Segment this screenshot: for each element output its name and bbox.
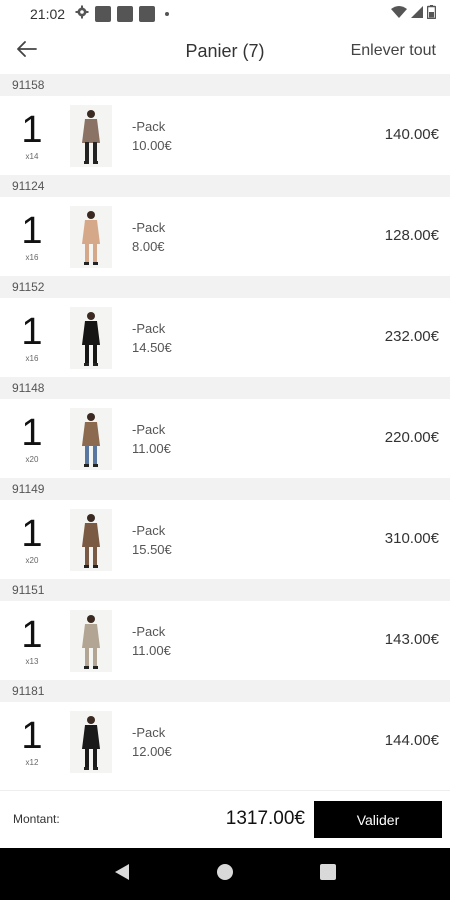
item-total-price: 140.00€ xyxy=(384,126,439,143)
pack-size: x20 xyxy=(25,455,39,464)
quantity-value: 1 xyxy=(21,311,43,353)
product-image[interactable] xyxy=(70,407,112,470)
quantity-value: 1 xyxy=(21,210,43,252)
item-info: -Pack 14.50€ xyxy=(132,319,172,357)
item-info: -Pack 15.50€ xyxy=(132,521,172,559)
quantity-box[interactable]: 1 x14 xyxy=(0,110,64,161)
checkout-footer: Montant: 1317.00€ Valider xyxy=(0,790,450,848)
quantity-box[interactable]: 1 x20 xyxy=(0,514,64,565)
status-bar: 21:02 xyxy=(0,0,450,28)
cart-list[interactable]: 91158 1 x14 -Pack 10.00€ 140.00€ 91124 1 x16 -Pac… xyxy=(0,74,450,790)
item-total-price: 220.00€ xyxy=(384,429,439,446)
triangle-back-icon xyxy=(114,863,130,886)
status-time: 21:02 xyxy=(30,6,66,22)
notification-icon xyxy=(117,6,134,22)
item-total-price: 310.00€ xyxy=(384,530,439,547)
item-info: -Pack 10.00€ xyxy=(132,117,172,155)
quantity-value: 1 xyxy=(21,109,43,151)
app-bar: Panier (7) Enlever tout xyxy=(0,28,450,74)
group-header: 91149 xyxy=(0,478,450,500)
quantity-box[interactable]: 1 x13 xyxy=(0,615,64,666)
item-info: -Pack 11.00€ xyxy=(132,622,171,660)
product-image[interactable] xyxy=(70,104,112,167)
pack-size: x12 xyxy=(25,758,39,767)
item-label: -Pack xyxy=(132,421,166,437)
notification-icon xyxy=(139,6,156,22)
nav-recents-button[interactable] xyxy=(315,861,341,887)
quantity-value: 1 xyxy=(21,614,43,656)
quantity-box[interactable]: 1 x20 xyxy=(0,413,64,464)
pack-size: x13 xyxy=(25,657,39,666)
clear-all-button[interactable]: Enlever tout xyxy=(351,42,436,60)
cart-item-row[interactable]: 1 x16 -Pack 8.00€ 128.00€ xyxy=(0,197,450,276)
group-header: 91151 xyxy=(0,579,450,601)
pack-size: x16 xyxy=(25,253,39,262)
circle-home-icon xyxy=(216,863,234,886)
cart-item-row[interactable]: 1 x13 -Pack 11.00€ 143.00€ xyxy=(0,601,450,680)
item-unit-price: 11.00€ xyxy=(132,440,171,456)
nav-home-button[interactable] xyxy=(212,861,238,887)
group-header: 91148 xyxy=(0,377,450,399)
notification-icon xyxy=(95,6,112,22)
item-unit-price: 15.50€ xyxy=(132,541,172,557)
group-header: 91124 xyxy=(0,175,450,197)
group-header: 91158 xyxy=(0,74,450,96)
cart-item-row[interactable]: 1 x12 -Pack 12.00€ 144.00€ xyxy=(0,702,450,781)
amount-value: 1317.00€ xyxy=(225,808,305,829)
item-unit-price: 14.50€ xyxy=(132,339,172,355)
cart-item-row[interactable]: 1 x20 -Pack 15.50€ 310.00€ xyxy=(0,500,450,579)
product-image[interactable] xyxy=(70,508,112,571)
product-image[interactable] xyxy=(70,710,112,773)
product-image[interactable] xyxy=(70,609,112,672)
pack-size: x20 xyxy=(25,556,39,565)
pack-size: x14 xyxy=(25,152,39,161)
system-navigation-bar xyxy=(0,848,450,900)
group-header: 91181 xyxy=(0,680,450,702)
quantity-value: 1 xyxy=(21,513,43,555)
item-label: -Pack xyxy=(132,320,166,336)
item-unit-price: 12.00€ xyxy=(132,743,172,759)
cart-item-row[interactable]: 1 x14 -Pack 10.00€ 140.00€ xyxy=(0,96,450,175)
quantity-box[interactable]: 1 x12 xyxy=(0,716,64,767)
signal-icon xyxy=(411,5,423,23)
more-notifications-icon xyxy=(165,12,170,16)
item-label: -Pack xyxy=(132,522,166,538)
item-label: -Pack xyxy=(132,118,166,134)
pack-size: x16 xyxy=(25,354,39,363)
item-unit-price: 11.00€ xyxy=(132,642,171,658)
group-header: 91152 xyxy=(0,276,450,298)
item-info: -Pack 8.00€ xyxy=(132,218,165,256)
item-unit-price: 10.00€ xyxy=(132,137,172,153)
item-total-price: 143.00€ xyxy=(384,631,439,648)
product-image[interactable] xyxy=(70,306,112,369)
quantity-value: 1 xyxy=(21,715,43,757)
item-total-price: 128.00€ xyxy=(384,227,439,244)
settings-icon xyxy=(75,5,89,24)
validate-button[interactable]: Valider xyxy=(314,801,442,838)
quantity-value: 1 xyxy=(21,412,43,454)
back-button[interactable] xyxy=(14,38,40,64)
item-unit-price: 8.00€ xyxy=(132,238,165,254)
item-label: -Pack xyxy=(132,724,166,740)
quantity-box[interactable]: 1 x16 xyxy=(0,211,64,262)
battery-icon xyxy=(426,4,437,24)
item-info: -Pack 12.00€ xyxy=(132,723,172,761)
quantity-box[interactable]: 1 x16 xyxy=(0,312,64,363)
amount-label: Montant: xyxy=(13,812,60,826)
wifi-icon xyxy=(391,5,407,23)
nav-back-button[interactable] xyxy=(109,861,135,887)
product-image[interactable] xyxy=(70,205,112,268)
cart-item-row[interactable]: 1 x20 -Pack 11.00€ 220.00€ xyxy=(0,399,450,478)
item-total-price: 144.00€ xyxy=(384,732,439,749)
item-total-price: 232.00€ xyxy=(384,328,439,345)
item-label: -Pack xyxy=(132,219,166,235)
square-recents-icon xyxy=(320,863,337,885)
item-info: -Pack 11.00€ xyxy=(132,420,171,458)
arrow-left-icon xyxy=(17,40,37,62)
cart-item-row[interactable]: 1 x16 -Pack 14.50€ 232.00€ xyxy=(0,298,450,377)
item-label: -Pack xyxy=(132,623,166,639)
